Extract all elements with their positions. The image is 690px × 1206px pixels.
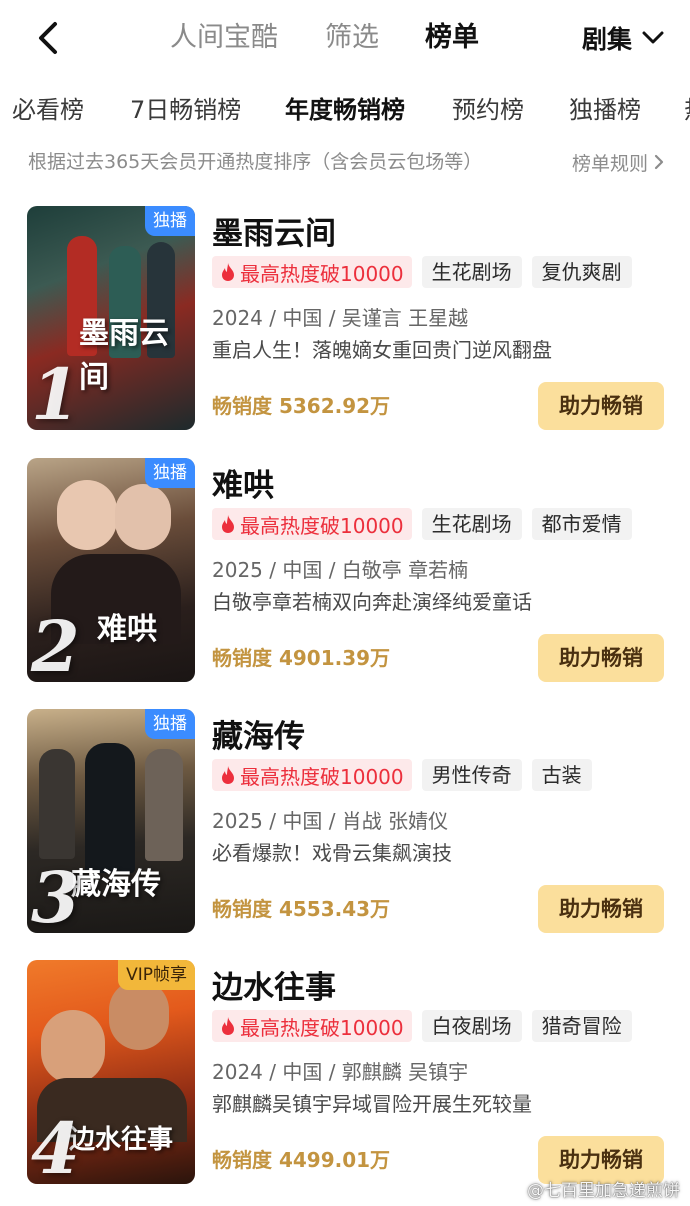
flame-icon (222, 263, 234, 281)
show-description: 郭麒麟吴镇宇异域冒险开展生死较量 (212, 1092, 532, 1116)
subtab-reservation[interactable]: 预约榜 (452, 88, 524, 132)
rank-number: 3 (31, 856, 80, 933)
top-nav: 人间宝酷 筛选 榜单 剧集 (0, 0, 690, 76)
genre-tag[interactable]: 复仇爽剧 (531, 256, 632, 288)
tab-discover[interactable]: 人间宝酷 (170, 18, 278, 58)
show-description: 必看爆款！戏骨云集飙演技 (212, 841, 452, 865)
genre-tag[interactable]: 都市爱情 (531, 508, 632, 540)
flame-icon (222, 766, 234, 784)
tag-row: 最高热度破10000 男性传奇 古装 (212, 759, 592, 791)
show-meta: 2025 / 中国 / 肖战 张婧仪 (212, 809, 449, 833)
vip-badge: VIP帧享 (118, 960, 195, 990)
genre-tag[interactable]: 生花剧场 (421, 508, 522, 540)
heat-badge: 最高热度破10000 (212, 256, 412, 288)
flame-icon (222, 1017, 234, 1035)
tag-row: 最高热度破10000 白夜剧场 猎奇冒险 (212, 1010, 632, 1042)
weibo-icon (499, 1180, 520, 1197)
heat-label: 最高热度破10000 (240, 1015, 404, 1040)
genre-tag[interactable]: 男性传奇 (421, 759, 522, 791)
tab-rankings[interactable]: 榜单 (425, 18, 479, 58)
ranking-subtabs: 必看榜 7日畅销榜 年度畅销榜 预约榜 独播榜 热 (0, 88, 690, 132)
poster-title: 墨雨云间 (79, 316, 169, 395)
chevron-right-icon (654, 154, 664, 170)
genre-tag[interactable]: 白夜剧场 (421, 1010, 522, 1042)
heat-badge: 最高热度破10000 (212, 759, 412, 791)
show-description: 白敬亭章若楠双向奔赴演绎纯爱童话 (212, 590, 532, 614)
poster-title: 藏海传 (71, 867, 161, 902)
category-dropdown[interactable]: 剧集 (582, 18, 664, 58)
rank-number: 2 (31, 605, 80, 682)
genre-tag[interactable]: 生花剧场 (421, 256, 522, 288)
tag-row: 最高热度破10000 生花剧场 都市爱情 (212, 508, 632, 540)
list-item[interactable]: 独播 墨雨云间 1 墨雨云间 最高热度破10000 生花剧场 复仇爽剧 2024… (0, 206, 690, 436)
back-button[interactable] (28, 18, 68, 58)
sales-score: 畅销度 4901.39万 (212, 646, 391, 670)
exclusive-badge: 独播 (145, 709, 195, 739)
show-meta: 2024 / 中国 / 吴谨言 王星越 (212, 306, 469, 330)
subtab-annual[interactable]: 年度畅销榜 (285, 88, 405, 132)
subtab-exclusive[interactable]: 独播榜 (569, 88, 641, 132)
show-title[interactable]: 边水往事 (212, 962, 336, 1007)
poster-title: 难哄 (97, 612, 157, 647)
watermark-text: @七百里加急递煎饼 (527, 1180, 680, 1201)
sales-score: 畅销度 4553.43万 (212, 897, 391, 921)
heat-label: 最高热度破10000 (240, 764, 404, 789)
genre-tag[interactable]: 古装 (531, 759, 592, 791)
rules-link[interactable]: 榜单规则 (572, 146, 664, 178)
list-item[interactable]: 独播 藏海传 3 藏海传 最高热度破10000 男性传奇 古装 2025 / 中… (0, 709, 690, 939)
poster-image[interactable]: 独播 墨雨云间 1 (27, 206, 195, 430)
tag-row: 最高热度破10000 生花剧场 复仇爽剧 (212, 256, 632, 288)
heat-badge: 最高热度破10000 (212, 1010, 412, 1042)
heat-label: 最高热度破10000 (240, 513, 404, 538)
rank-number: 1 (31, 353, 80, 430)
subtab-7day[interactable]: 7日畅销榜 (130, 88, 241, 132)
subtab-must-watch[interactable]: 必看榜 (12, 88, 84, 132)
heat-label: 最高热度破10000 (240, 261, 404, 286)
heat-badge: 最高热度破10000 (212, 508, 412, 540)
list-item[interactable]: 独播 难哄 2 难哄 最高热度破10000 生花剧场 都市爱情 2025 / 中… (0, 458, 690, 688)
poster-title: 边水往事 (69, 1125, 174, 1155)
tab-filter[interactable]: 筛选 (325, 18, 379, 58)
exclusive-badge: 独播 (145, 458, 195, 488)
boost-button[interactable]: 助力畅销 (538, 634, 664, 682)
subtab-hot[interactable]: 热 (684, 88, 690, 132)
show-title[interactable]: 难哄 (212, 460, 274, 505)
sales-score: 畅销度 4499.01万 (212, 1148, 391, 1172)
exclusive-badge: 独播 (145, 206, 195, 236)
chevron-down-icon (642, 31, 664, 44)
show-meta: 2025 / 中国 / 白敬亭 章若楠 (212, 558, 469, 582)
show-description: 重启人生！落魄嫡女重回贵门逆风翻盘 (212, 338, 552, 362)
poster-image[interactable]: 独播 难哄 2 (27, 458, 195, 682)
list-item[interactable]: VIP帧享 边水往事 4 边水往事 最高热度破10000 白夜剧场 猎奇冒险 2… (0, 960, 690, 1190)
chevron-left-icon (39, 22, 57, 54)
rank-number: 4 (31, 1107, 80, 1184)
poster-image[interactable]: 独播 藏海传 3 (27, 709, 195, 933)
watermark: @七百里加急递煎饼 (499, 1174, 680, 1202)
flame-icon (222, 515, 234, 533)
boost-button[interactable]: 助力畅销 (538, 885, 664, 933)
rules-label: 榜单规则 (571, 152, 648, 175)
show-title[interactable]: 藏海传 (212, 711, 305, 756)
show-title[interactable]: 墨雨云间 (212, 208, 336, 253)
sales-score: 畅销度 5362.92万 (212, 394, 391, 418)
category-label: 剧集 (581, 25, 632, 54)
boost-button[interactable]: 助力畅销 (538, 382, 664, 430)
show-meta: 2024 / 中国 / 郭麒麟 吴镇宇 (212, 1060, 469, 1084)
genre-tag[interactable]: 猎奇冒险 (531, 1010, 632, 1042)
poster-image[interactable]: VIP帧享 边水往事 4 (27, 960, 195, 1184)
